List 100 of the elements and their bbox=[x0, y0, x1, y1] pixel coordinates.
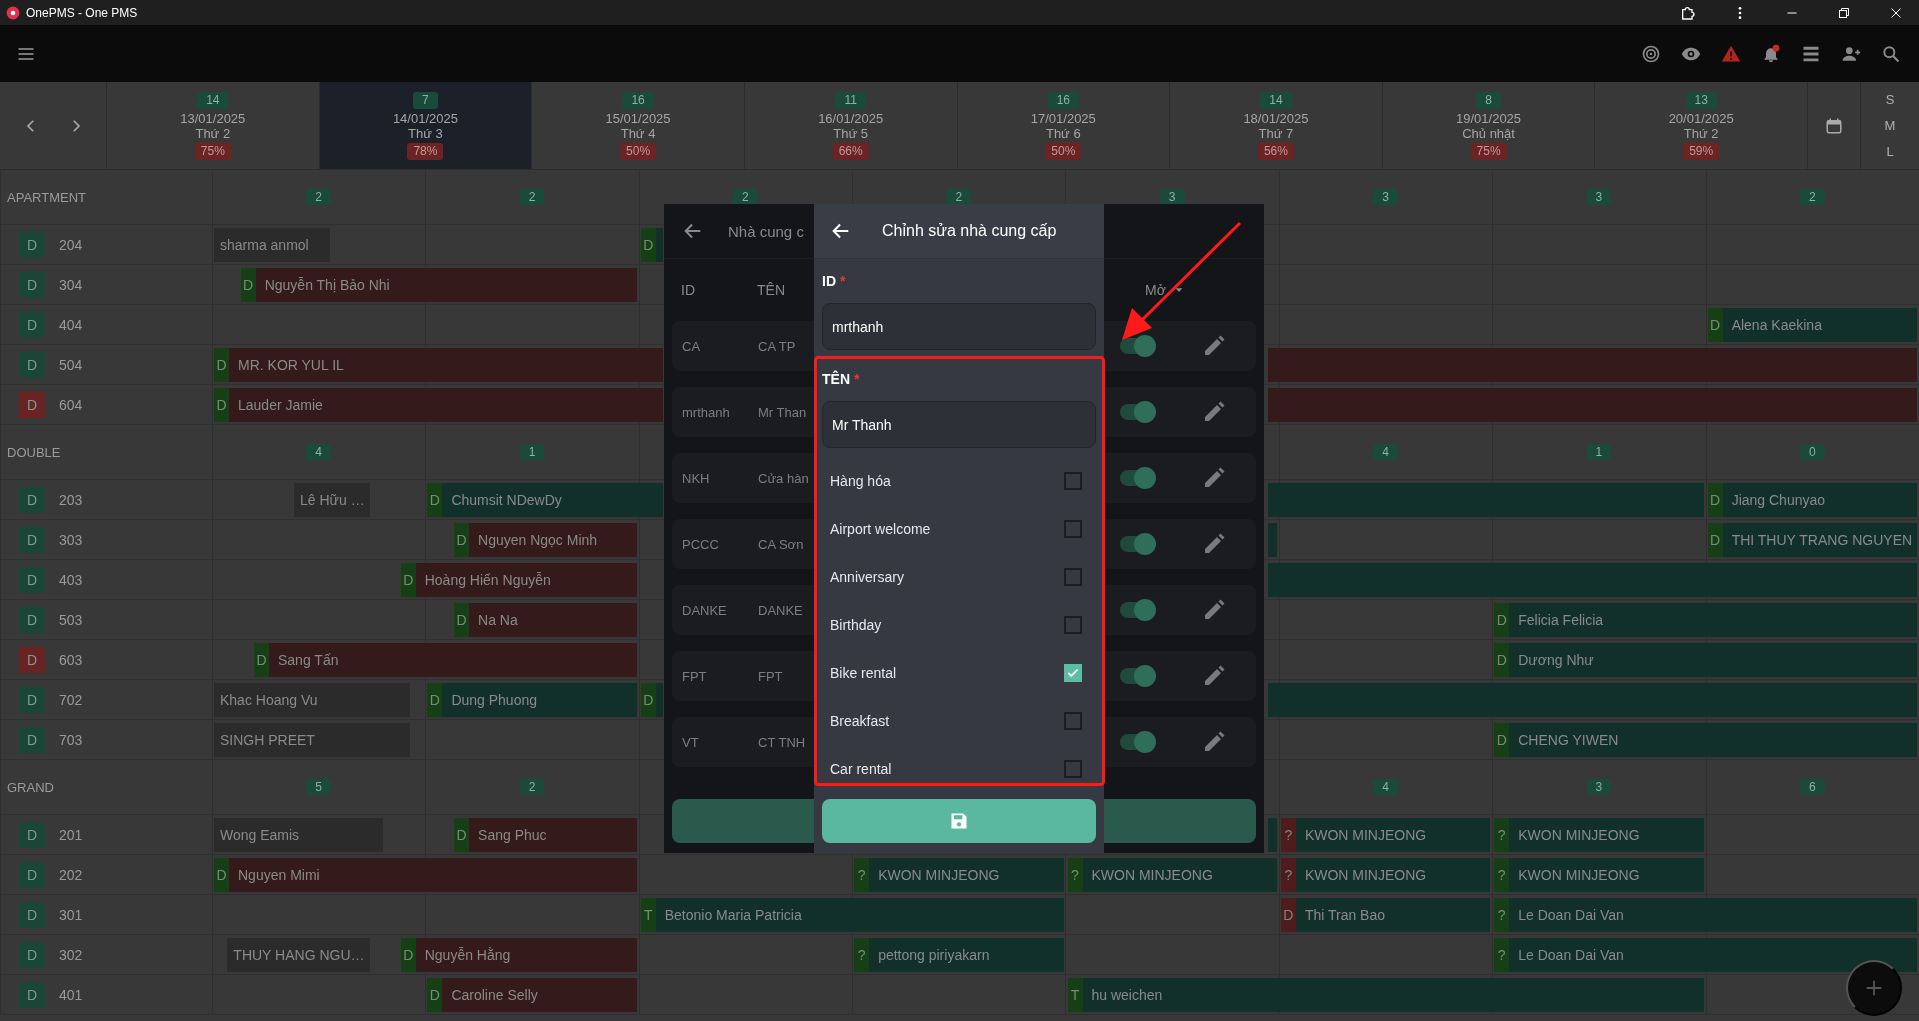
guest-name: MR. KOR YUL IL bbox=[237, 356, 345, 373]
weekday-label: Thứ 7 bbox=[1258, 125, 1294, 141]
count-badge: 4 bbox=[306, 444, 332, 460]
column-header: TÊN bbox=[757, 282, 786, 298]
option-label: Hàng hóa bbox=[830, 473, 891, 489]
guest-name: Jiang Chunyao bbox=[1730, 491, 1827, 508]
count-badge: 4 bbox=[1373, 779, 1398, 795]
booking-status-tag: D bbox=[1494, 602, 1510, 637]
column-header: ID bbox=[681, 282, 696, 298]
guest-name: KWON MINJEONG bbox=[1303, 826, 1428, 843]
guest-name: Lauder Jamie bbox=[237, 396, 324, 413]
window-title: OnePMS - One PMS bbox=[26, 5, 138, 20]
guest-name: Sang Phuc bbox=[477, 826, 548, 843]
count-badge: 3 bbox=[1586, 779, 1612, 795]
option-label: Breakfast bbox=[830, 713, 890, 729]
count-badge: 7 bbox=[413, 91, 438, 109]
required-mark: * bbox=[854, 371, 860, 389]
weekday-label: Thứ 6 bbox=[1045, 125, 1081, 141]
room-status-tag: D bbox=[19, 646, 45, 673]
guest-name: Sang Tấn bbox=[277, 651, 340, 668]
booking-status-tag: D bbox=[427, 682, 443, 717]
supplier-id: CA bbox=[682, 338, 702, 354]
date-label: 16/01/2025 bbox=[818, 110, 884, 126]
count-badge: 14 bbox=[197, 91, 229, 109]
booking-status-tag: D bbox=[640, 682, 656, 717]
guest-name: KWON MINJEONG bbox=[1303, 866, 1428, 883]
booking-status-tag: D bbox=[1707, 482, 1723, 517]
option-label: Bike rental bbox=[830, 665, 897, 681]
supplier-id: DANKE bbox=[682, 602, 728, 618]
occupancy-badge: 50% bbox=[620, 142, 657, 160]
guest-name: Nguyen Ngọc Minh bbox=[477, 531, 599, 548]
booking-status-tag: D bbox=[1707, 307, 1723, 342]
guest-name: CHENG YIWEN bbox=[1517, 731, 1620, 748]
booking-status-tag: D bbox=[1494, 642, 1510, 677]
guest-name: THUY HANG NGU… bbox=[232, 946, 366, 963]
room-category-label: DOUBLE bbox=[7, 444, 61, 460]
booking-status-tag: D bbox=[1494, 722, 1510, 757]
room-number: 604 bbox=[59, 396, 83, 413]
room-status-tag: D bbox=[19, 231, 45, 258]
guest-name: Alena Kaekina bbox=[1730, 316, 1823, 333]
supplier-name: CA TP bbox=[758, 338, 796, 354]
count-badge: 5 bbox=[306, 779, 332, 795]
room-status-tag: D bbox=[19, 941, 45, 968]
guest-name: Caroline Selly bbox=[450, 986, 539, 1003]
booking-status-tag: D bbox=[254, 642, 269, 677]
count-badge: 1 bbox=[519, 444, 545, 460]
occupancy-badge: 78% bbox=[407, 142, 444, 160]
booking-status-tag: D bbox=[1707, 522, 1723, 557]
room-number: 404 bbox=[59, 316, 83, 333]
guest-name: KWON MINJEONG bbox=[1090, 866, 1214, 883]
occupancy-badge: 75% bbox=[1470, 142, 1507, 160]
booking-status-tag: D bbox=[214, 347, 229, 382]
booking-status-tag: D bbox=[1280, 897, 1296, 932]
count-badge: 3 bbox=[1373, 189, 1398, 205]
room-number: 403 bbox=[59, 571, 83, 588]
count-badge: 16 bbox=[1047, 91, 1079, 109]
room-category-label: GRAND bbox=[7, 779, 54, 795]
room-number: 302 bbox=[59, 946, 83, 963]
count-badge: 16 bbox=[622, 91, 654, 109]
booking-status-tag: D bbox=[454, 522, 470, 557]
booking-status-tag: D bbox=[400, 937, 416, 972]
booking-status-tag: ? bbox=[854, 857, 870, 892]
date-label: 20/01/2025 bbox=[1668, 110, 1734, 126]
occupancy-badge: 66% bbox=[832, 142, 869, 160]
booking-status-tag: D bbox=[240, 267, 256, 302]
guest-name: Nguyễn Thị Bảo Nhi bbox=[263, 276, 391, 293]
room-number: 603 bbox=[59, 651, 83, 668]
guest-name: sharma anmol bbox=[219, 236, 310, 253]
booking-status-tag: ? bbox=[1494, 857, 1510, 892]
date-label: 15/01/2025 bbox=[605, 110, 671, 126]
booking-status-tag: D bbox=[400, 562, 416, 597]
room-status-tag: D bbox=[19, 526, 45, 553]
weekday-label: Thứ 2 bbox=[195, 125, 231, 141]
guest-name: Dương Như bbox=[1517, 651, 1595, 668]
supplier-name: CA Sơn bbox=[758, 536, 804, 552]
panel-title: Nhà cung c bbox=[728, 222, 804, 240]
option-label: Birthday bbox=[830, 617, 882, 633]
occupancy-badge: 50% bbox=[1045, 142, 1082, 160]
count-badge: 3 bbox=[1159, 189, 1185, 205]
guest-name: Thi Tran Bao bbox=[1303, 906, 1387, 923]
guest-name: Hoàng Hiển Nguyễn bbox=[423, 571, 552, 588]
guest-name: KWON MINJEONG bbox=[877, 866, 1001, 883]
guest-name: Lê Hữu … bbox=[299, 491, 366, 508]
booking-status-tag: D bbox=[214, 857, 229, 892]
field-label: TÊN bbox=[822, 371, 850, 389]
guest-name: Khac Hoang Vu bbox=[219, 691, 319, 708]
option-label: Airport welcome bbox=[830, 521, 931, 537]
supplier-id: NKH bbox=[682, 470, 711, 486]
count-badge: 14 bbox=[1260, 91, 1292, 109]
required-mark: * bbox=[840, 273, 846, 291]
room-number: 401 bbox=[59, 986, 83, 1003]
booking-status-tag: ? bbox=[1067, 857, 1083, 892]
date-label: 19/01/2025 bbox=[1456, 110, 1522, 126]
supplier-name: FPT bbox=[758, 668, 783, 684]
room-number: 301 bbox=[59, 906, 83, 923]
room-number: 504 bbox=[59, 356, 83, 373]
booking-status-tag: D bbox=[427, 977, 443, 1012]
dialog-title: Chỉnh sửa nhà cung cấp bbox=[882, 222, 1057, 240]
weekday-label: Thứ 5 bbox=[833, 125, 869, 141]
room-status-tag: D bbox=[19, 861, 45, 888]
